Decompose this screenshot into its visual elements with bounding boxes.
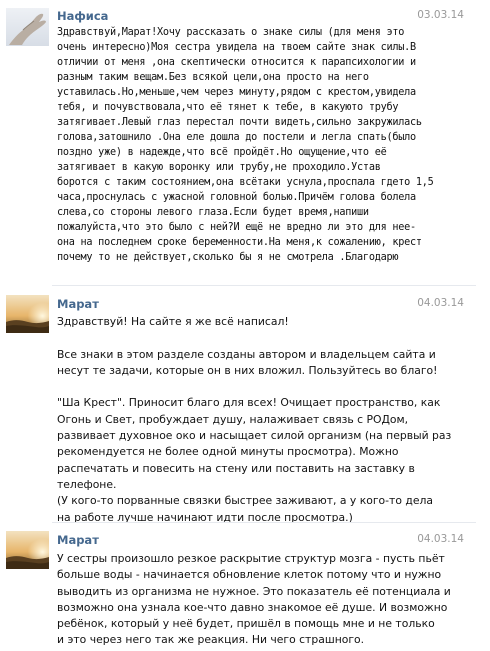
comment-text: У сестры произошло резкое раскрытие стру… — [57, 552, 451, 647]
author-name[interactable]: Нафиса — [57, 9, 108, 23]
comment-text: Здравствуй,Марат!Хочу рассказать о знаке… — [57, 27, 434, 263]
comment-date: 03.03.14 — [417, 9, 464, 21]
comment-divider — [52, 285, 476, 286]
author-name[interactable]: Марат — [57, 533, 99, 547]
comment-date: 04.03.14 — [417, 297, 464, 309]
comment-date: 04.03.14 — [417, 533, 464, 545]
sunset-avatar-icon[interactable] — [6, 295, 49, 333]
comment-divider — [52, 522, 476, 523]
comment-text: Здравствуй! На сайте я же всё написал! В… — [57, 315, 452, 524]
hand-avatar-icon[interactable] — [6, 8, 49, 46]
author-name[interactable]: Марат — [57, 297, 99, 311]
sunset-avatar-icon[interactable] — [6, 531, 49, 569]
